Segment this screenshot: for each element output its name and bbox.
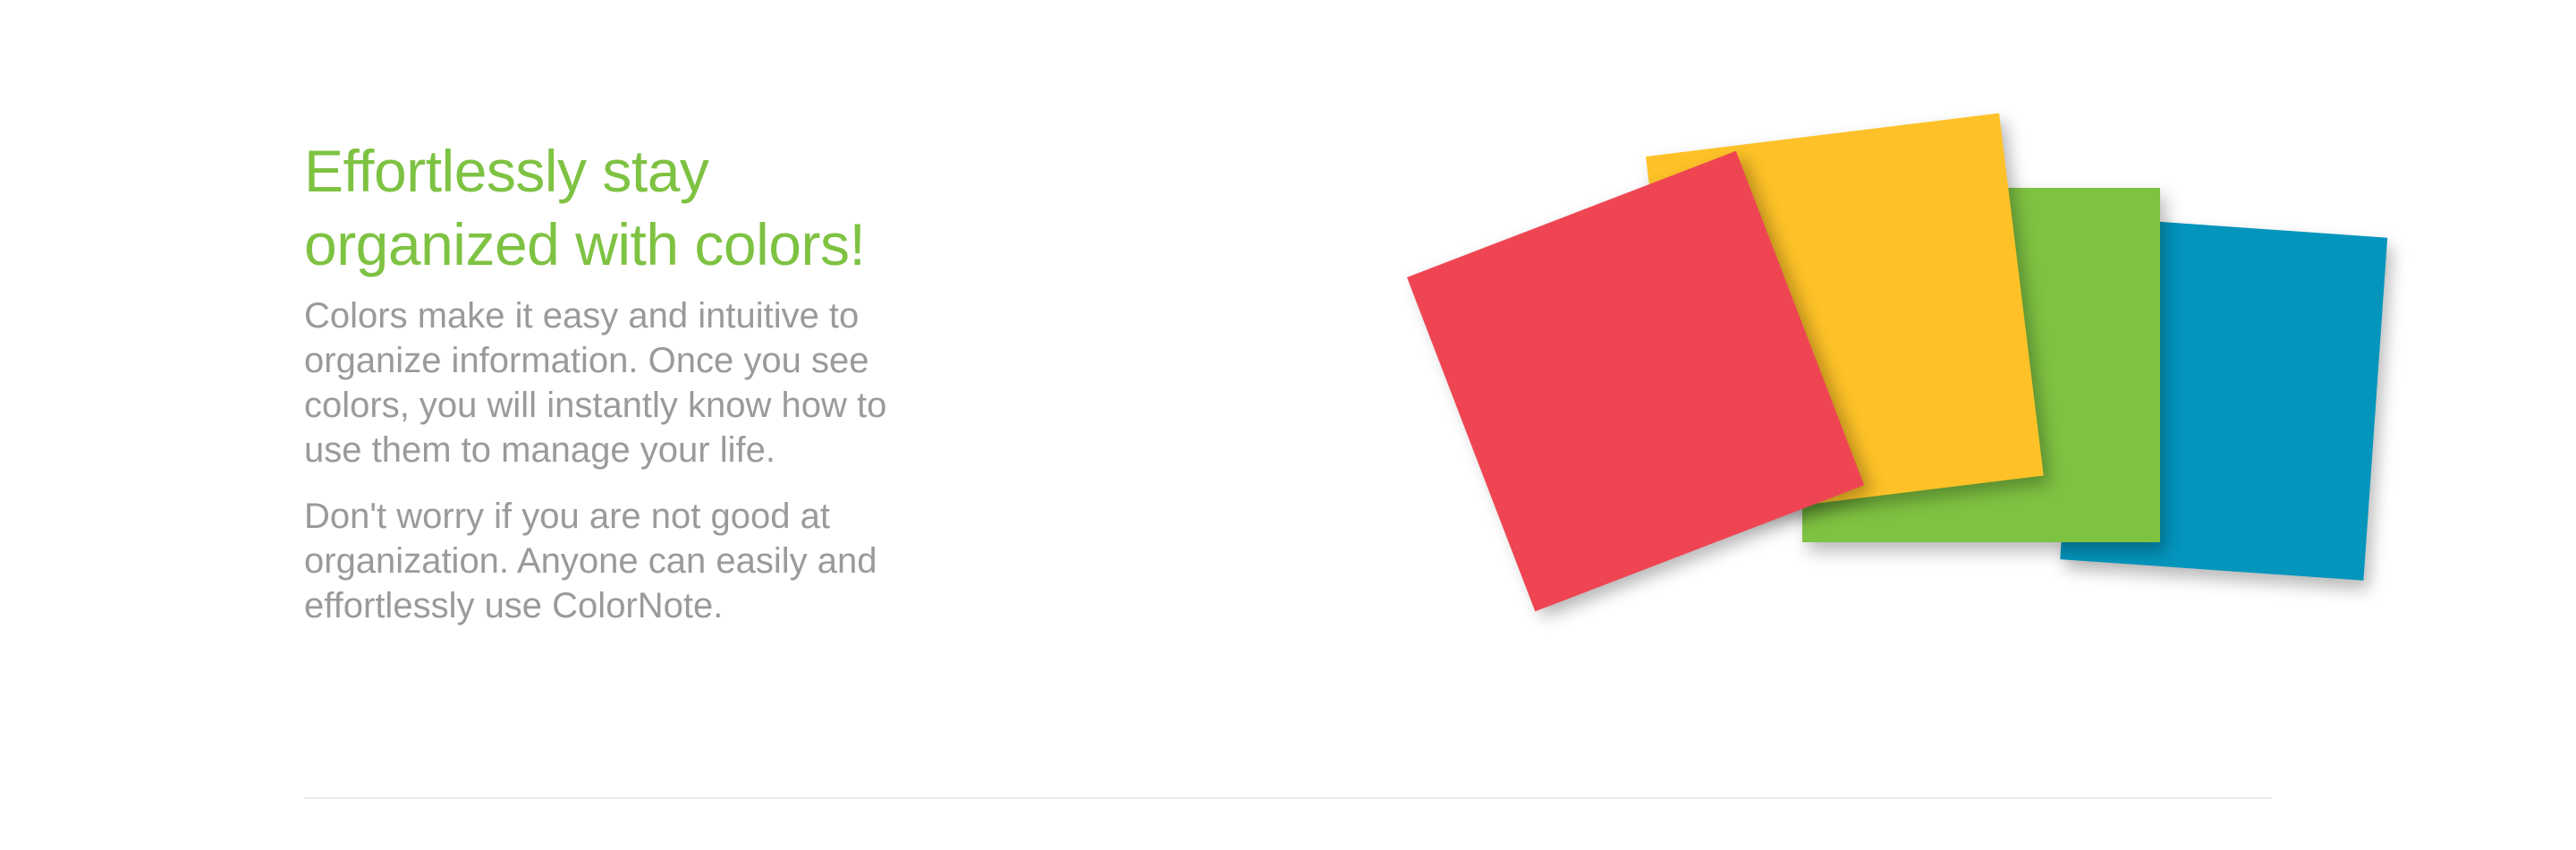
feature-heading: Effortlessly stay organized with colors!	[304, 134, 984, 281]
feature-paragraph-1: Colors make it easy and intuitive to org…	[304, 296, 887, 470]
feature-heading-line-1: Effortlessly stay	[304, 138, 709, 204]
colors-feature-section: Effortlessly stay organized with colors!…	[0, 0, 2576, 850]
feature-text-block: Effortlessly stay organized with colors!…	[304, 134, 984, 628]
feature-heading-line-2: organized with colors!	[304, 211, 866, 277]
feature-paragraph-2: Don't worry if you are not good at organ…	[304, 497, 877, 625]
section-divider	[304, 797, 2272, 799]
color-notes-illustration	[1377, 113, 2388, 635]
